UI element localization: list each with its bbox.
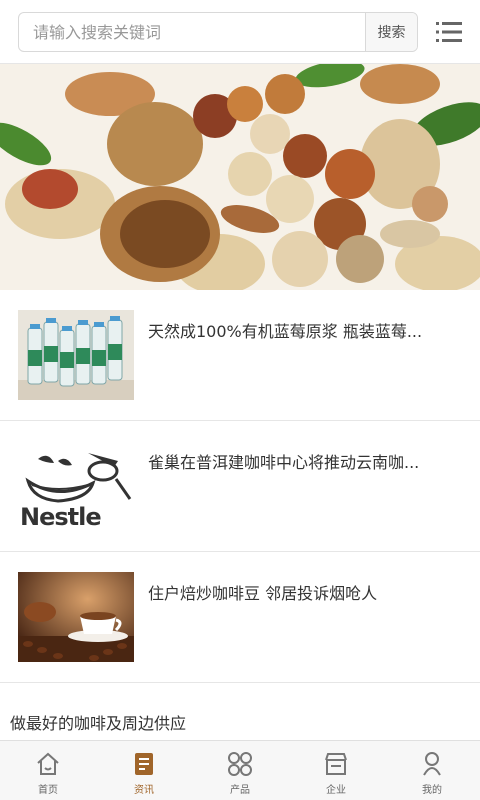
nestle-logo-text: Nestle <box>20 503 102 531</box>
news-list: 天然成100%有机蓝莓原浆 瓶装蓝莓... Nestle 雀巢在普洱建咖啡中心将… <box>0 290 480 683</box>
nav-item-company[interactable]: 企业 <box>288 741 384 800</box>
news-title: 天然成100%有机蓝莓原浆 瓶装蓝莓... <box>148 322 423 341</box>
list-item[interactable]: Nestle 雀巢在普洱建咖啡中心将推动云南咖... <box>0 421 480 552</box>
coffee-cup-thumbnail <box>18 572 134 662</box>
shop-icon <box>325 753 347 775</box>
search-box: 搜索 <box>18 12 418 52</box>
list-menu-icon[interactable] <box>434 17 464 47</box>
nestle-logo-thumbnail: Nestle <box>18 441 134 531</box>
nav-item-profile[interactable]: 我的 <box>384 741 480 800</box>
news-title: 雀巢在普洱建咖啡中心将推动云南咖... <box>148 453 420 472</box>
news-title: 住户焙炒咖啡豆 邻居投诉烟呛人 <box>148 584 378 603</box>
bottom-nav: 首页 资讯 产品 企业 我的 <box>0 740 480 800</box>
nuts-banner-image <box>0 64 480 290</box>
nav-label: 我的 <box>422 785 442 796</box>
nav-label: 产品 <box>230 785 250 796</box>
nav-item-products[interactable]: 产品 <box>192 741 288 800</box>
home-icon <box>37 752 59 775</box>
site-slogan: 做最好的咖啡及周边供应 <box>10 714 187 733</box>
blueberry-juice-thumbnail <box>18 310 134 400</box>
nav-item-news[interactable]: 资讯 <box>96 741 192 800</box>
user-icon <box>423 752 441 776</box>
list-item[interactable]: 住户焙炒咖啡豆 邻居投诉烟呛人 <box>0 552 480 683</box>
list-item[interactable]: 天然成100%有机蓝莓原浆 瓶装蓝莓... <box>0 290 480 421</box>
header: 搜索 <box>0 0 480 64</box>
nav-label: 资讯 <box>134 785 154 796</box>
news-icon <box>135 753 153 775</box>
nav-label: 企业 <box>326 785 346 796</box>
search-button[interactable]: 搜索 <box>365 13 417 51</box>
grid-icon <box>228 752 252 776</box>
search-input[interactable] <box>19 13 365 51</box>
nav-label: 首页 <box>38 785 58 796</box>
nav-item-home[interactable]: 首页 <box>0 741 96 800</box>
banner-carousel[interactable] <box>0 64 480 290</box>
